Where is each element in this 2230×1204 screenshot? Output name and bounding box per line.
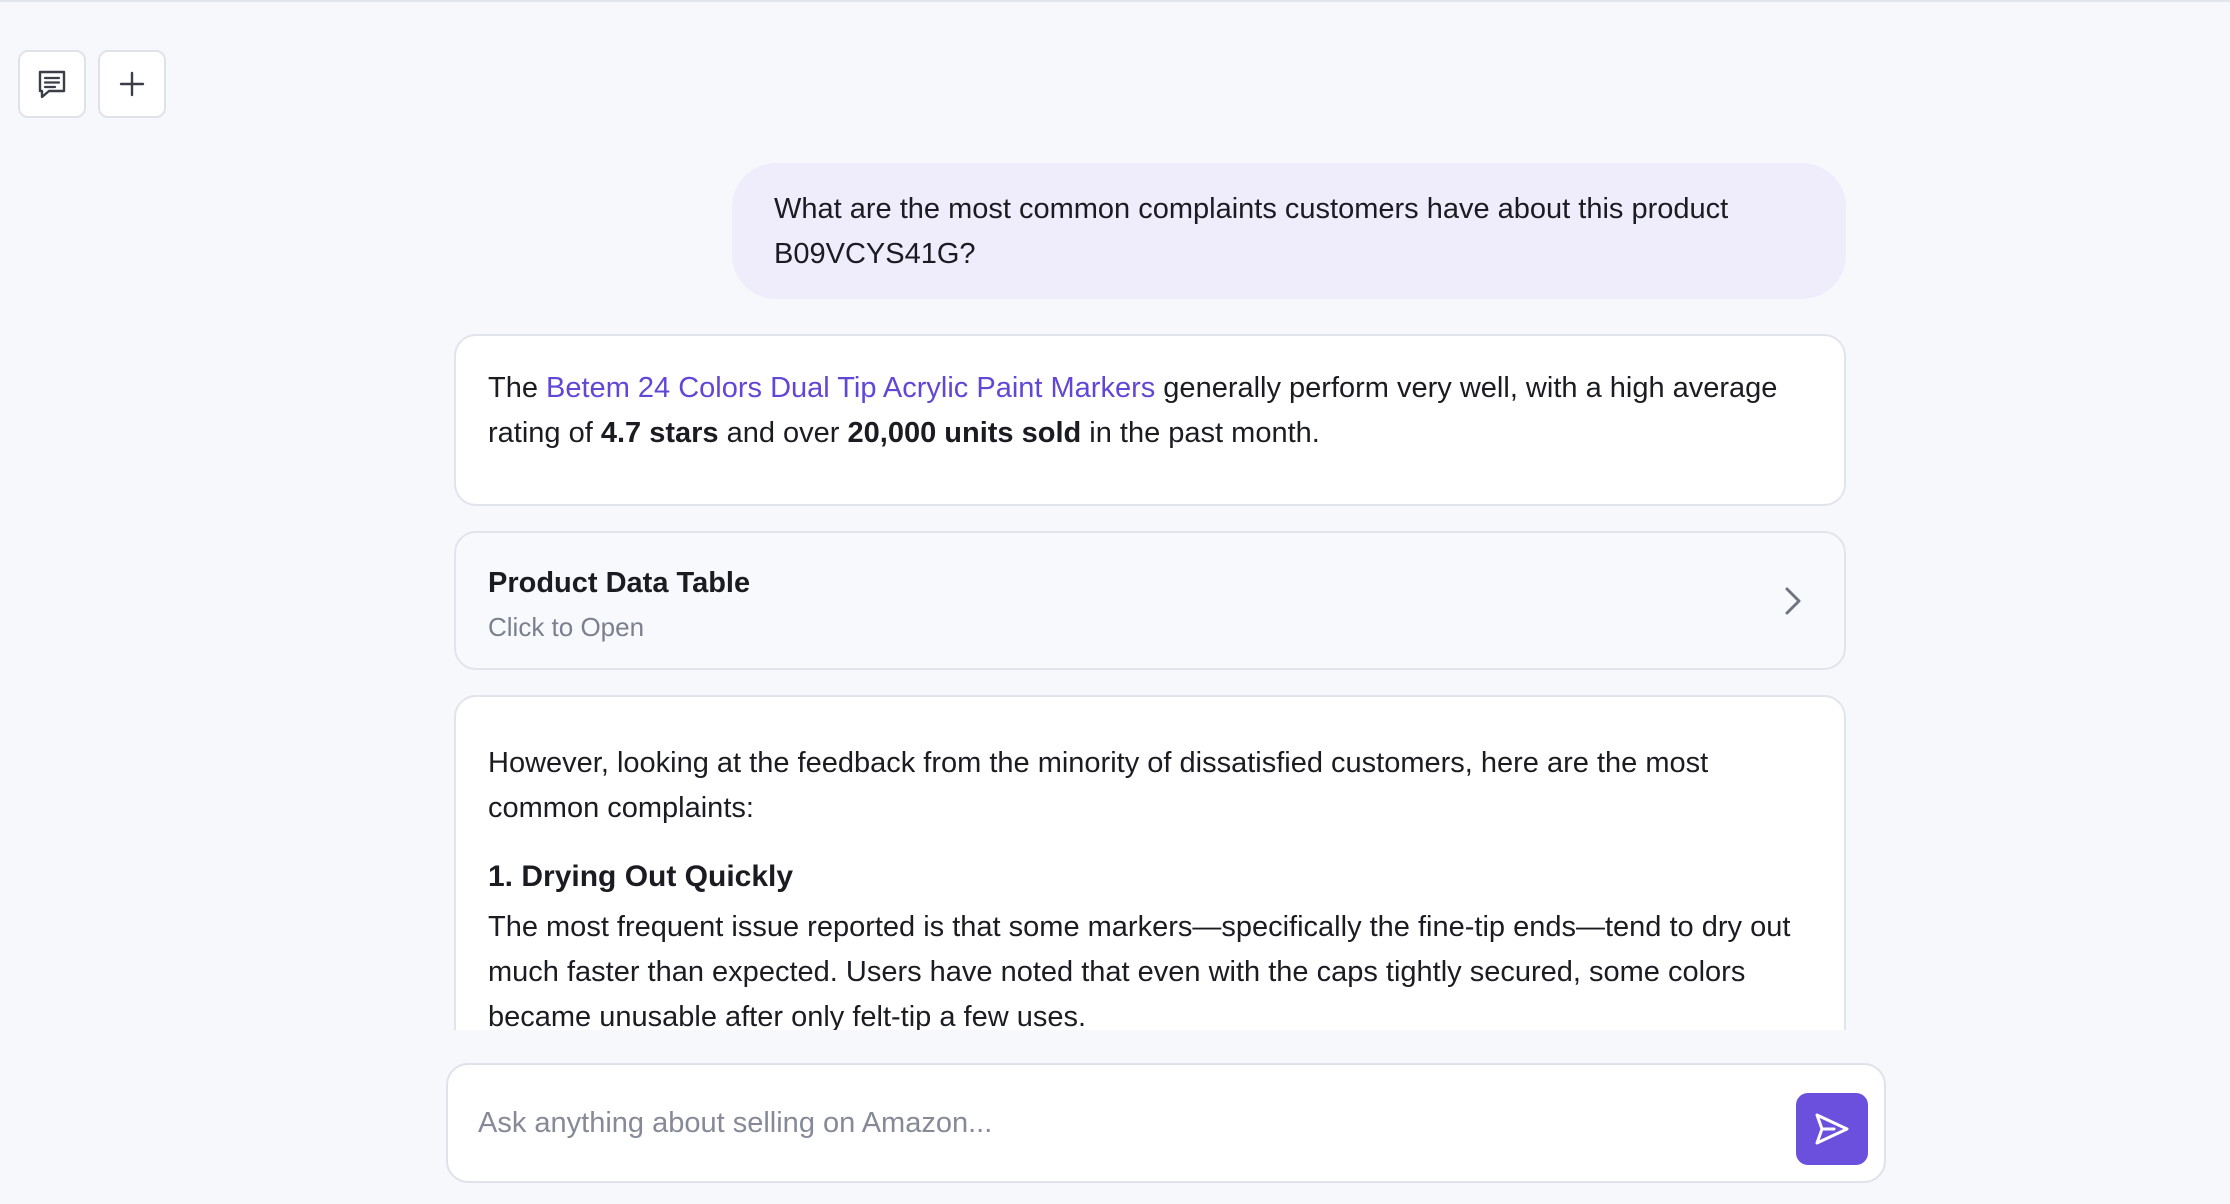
user-message-bubble: What are the most common complaints cust… bbox=[732, 163, 1846, 299]
message-composer bbox=[446, 1063, 1886, 1183]
chat-history-button[interactable] bbox=[18, 50, 86, 118]
data-table-title: Product Data Table bbox=[488, 567, 751, 599]
product-data-table-card[interactable]: Product Data Table Click to Open bbox=[454, 531, 1846, 670]
plus-icon bbox=[119, 71, 145, 97]
user-message-text: What are the most common complaints cust… bbox=[774, 193, 1729, 270]
assistant-complaints-card: However, looking at the feedback from th… bbox=[454, 695, 1846, 1030]
new-chat-button[interactable] bbox=[98, 50, 166, 118]
send-icon bbox=[1815, 1113, 1849, 1145]
summary-text: The Betem 24 Colors Dual Tip Acrylic Pai… bbox=[488, 372, 1778, 449]
complaints-intro: However, looking at the feedback from th… bbox=[488, 747, 1709, 824]
product-link[interactable]: Betem 24 Colors Dual Tip Acrylic Paint M… bbox=[546, 372, 1155, 404]
complaint-heading: 1. Drying Out Quickly bbox=[488, 860, 794, 893]
message-input[interactable] bbox=[478, 1099, 1778, 1147]
rating-value: 4.7 stars bbox=[600, 417, 719, 449]
chevron-right-icon bbox=[1785, 587, 1801, 614]
send-button[interactable] bbox=[1796, 1093, 1868, 1165]
complaint-body: The most frequent issue reported is that… bbox=[488, 911, 1791, 1030]
conversation-area[interactable]: What are the most common complaints cust… bbox=[0, 0, 2230, 1030]
units-sold-value: 20,000 units sold bbox=[847, 417, 1082, 449]
assistant-summary-card: The Betem 24 Colors Dual Tip Acrylic Pai… bbox=[454, 334, 1846, 506]
data-table-subtitle: Click to Open bbox=[488, 612, 645, 642]
chat-history-icon bbox=[38, 70, 66, 99]
